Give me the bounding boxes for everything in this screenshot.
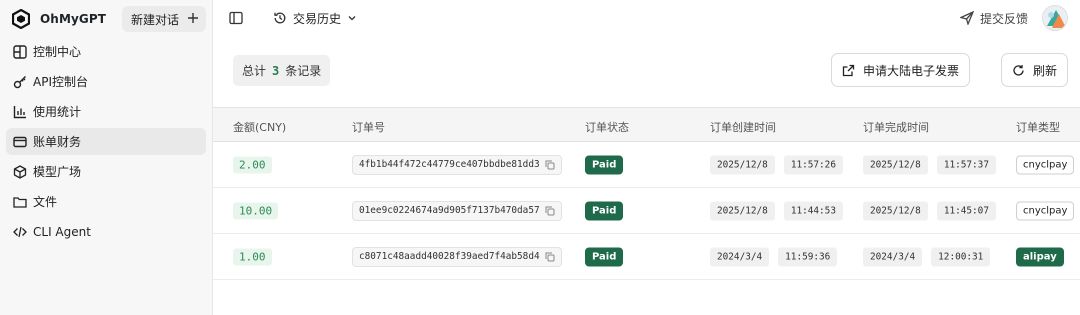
brand-name: OhMyGPT bbox=[40, 12, 107, 26]
sidebar-item-label: 账单财务 bbox=[33, 135, 82, 149]
status-badge: Paid bbox=[585, 201, 624, 220]
sidebar-item-label: API控制台 bbox=[33, 75, 88, 89]
chevron-down-icon bbox=[348, 16, 356, 21]
credit-card-icon bbox=[13, 136, 27, 147]
sidebar-toggle-icon[interactable] bbox=[229, 11, 243, 25]
top-bar: 交易历史 提交反馈 bbox=[213, 0, 1080, 36]
sidebar-item-label: 文件 bbox=[33, 195, 58, 209]
created-time: 2025/12/8 11:57:26 bbox=[710, 155, 843, 174]
feedback-button[interactable]: 提交反馈 bbox=[959, 10, 1028, 27]
order-id-chip[interactable]: c8071c48aadd40028f39aed7f4ab58d4 bbox=[352, 246, 562, 267]
finished-time: 2024/3/4 12:00:31 bbox=[863, 247, 991, 266]
sidebar-item-model-plaza[interactable]: 模型广场 bbox=[6, 158, 206, 185]
brand-row: OhMyGPT 新建对话 bbox=[6, 0, 206, 38]
column-header-amount: 金额(CNY) bbox=[233, 121, 287, 134]
refresh-label: 刷新 bbox=[1032, 63, 1057, 78]
amount-badge: 10.00 bbox=[233, 202, 279, 219]
feedback-label: 提交反馈 bbox=[979, 11, 1028, 26]
order-id: c8071c48aadd40028f39aed7f4ab58d4 bbox=[359, 251, 540, 262]
request-invoice-button[interactable]: 申请大陆电子发票 bbox=[830, 53, 970, 87]
new-chat-label: 新建对话 bbox=[130, 12, 179, 27]
column-header-status: 订单状态 bbox=[585, 121, 629, 134]
copy-icon[interactable] bbox=[545, 160, 555, 170]
order-id-chip[interactable]: 4fb1b44f472c44779ce407bbdbe81dd3 bbox=[352, 154, 562, 175]
sidebar-item-label: 使用统计 bbox=[33, 105, 82, 119]
folder-icon bbox=[13, 196, 27, 208]
avatar[interactable] bbox=[1042, 5, 1068, 31]
cube-icon bbox=[13, 164, 27, 179]
created-date: 2025/12/8 bbox=[710, 201, 775, 220]
finished-clock: 11:57:37 bbox=[936, 155, 996, 174]
new-chat-button[interactable]: 新建对话 bbox=[121, 6, 206, 32]
copy-icon[interactable] bbox=[545, 206, 555, 216]
finished-time: 2025/12/8 11:45:07 bbox=[863, 201, 996, 220]
finished-date: 2025/12/8 bbox=[863, 201, 928, 220]
total-count-badge: 总计 3 条记录 bbox=[233, 55, 331, 86]
refresh-icon bbox=[1013, 64, 1024, 76]
transactions-table: 金额(CNY) 订单号 订单状态 订单创建时间 订单完成时间 订单类型 2.00… bbox=[213, 107, 1080, 280]
sidebar-item-api-console[interactable]: API控制台 bbox=[6, 68, 206, 95]
order-id: 01ee9c0224674a9d905f7137b470da57 bbox=[359, 205, 540, 216]
sidebar-item-cli-agent[interactable]: CLI Agent bbox=[6, 218, 206, 245]
code-icon bbox=[13, 226, 27, 237]
dashboard-icon bbox=[13, 44, 27, 59]
finished-time: 2025/12/8 11:57:37 bbox=[863, 155, 996, 174]
column-header-order-id: 订单号 bbox=[352, 121, 385, 134]
table-row: 1.00 c8071c48aadd40028f39aed7f4ab58d4 Pa… bbox=[213, 234, 1080, 280]
created-time: 2025/12/8 11:44:53 bbox=[710, 201, 843, 220]
send-icon bbox=[959, 11, 974, 25]
sidebar-item-usage-stats[interactable]: 使用统计 bbox=[6, 98, 206, 125]
total-suffix: 条记录 bbox=[285, 64, 322, 78]
external-link-icon bbox=[842, 64, 855, 76]
order-type-badge: alipay bbox=[1016, 247, 1064, 266]
table-row: 2.00 4fb1b44f472c44779ce407bbdbe81dd3 Pa… bbox=[213, 142, 1080, 188]
total-count: 3 bbox=[272, 63, 280, 78]
ohmygpt-logo-icon[interactable] bbox=[11, 9, 31, 29]
created-clock: 11:59:36 bbox=[778, 247, 838, 266]
toolbar: 总计 3 条记录 申请大陆电子发票 刷新 bbox=[233, 53, 1068, 87]
status-badge: Paid bbox=[585, 247, 624, 266]
column-header-type: 订单类型 bbox=[1016, 121, 1060, 134]
history-dropdown[interactable]: 交易历史 bbox=[273, 10, 357, 27]
copy-icon[interactable] bbox=[545, 252, 555, 262]
created-clock: 11:57:26 bbox=[783, 155, 843, 174]
refresh-button[interactable]: 刷新 bbox=[1000, 53, 1068, 87]
amount-badge: 1.00 bbox=[233, 248, 272, 265]
history-label: 交易历史 bbox=[293, 11, 342, 26]
sidebar-item-label: 控制中心 bbox=[33, 45, 82, 59]
amount-badge: 2.00 bbox=[233, 156, 272, 173]
created-time: 2024/3/4 11:59:36 bbox=[710, 247, 838, 266]
column-header-created-time: 订单创建时间 bbox=[710, 121, 776, 134]
key-icon bbox=[13, 75, 26, 88]
created-date: 2025/12/8 bbox=[710, 155, 775, 174]
sidebar: OhMyGPT 新建对话 控制中心 API控制台 使用统计 账单财务 模型广场 … bbox=[0, 0, 213, 315]
column-header-finished-time: 订单完成时间 bbox=[863, 121, 929, 134]
sidebar-item-files[interactable]: 文件 bbox=[6, 188, 206, 215]
created-date: 2024/3/4 bbox=[710, 247, 770, 266]
table-header: 金额(CNY) 订单号 订单状态 订单创建时间 订单完成时间 订单类型 bbox=[213, 107, 1080, 142]
sidebar-nav: 控制中心 API控制台 使用统计 账单财务 模型广场 文件 CLI Agent bbox=[6, 38, 206, 245]
sidebar-item-label: CLI Agent bbox=[33, 224, 91, 239]
main-content: 交易历史 提交反馈 总计 3 条记录 申请大陆电子发票 刷新 金额(CNY) 订… bbox=[213, 0, 1080, 315]
total-prefix: 总计 bbox=[242, 64, 267, 78]
order-type-badge: cnyclpay bbox=[1016, 155, 1075, 174]
order-id: 4fb1b44f472c44779ce407bbdbe81dd3 bbox=[359, 159, 540, 170]
finished-date: 2025/12/8 bbox=[863, 155, 928, 174]
bar-chart-icon bbox=[13, 105, 26, 118]
order-id-chip[interactable]: 01ee9c0224674a9d905f7137b470da57 bbox=[352, 200, 562, 221]
sidebar-item-dashboard[interactable]: 控制中心 bbox=[6, 38, 206, 65]
sidebar-item-billing[interactable]: 账单财务 bbox=[6, 128, 206, 155]
history-icon bbox=[274, 12, 286, 24]
finished-date: 2024/3/4 bbox=[863, 247, 923, 266]
finished-clock: 12:00:31 bbox=[931, 247, 991, 266]
status-badge: Paid bbox=[585, 155, 624, 174]
sidebar-item-label: 模型广场 bbox=[33, 165, 82, 179]
plus-icon bbox=[187, 12, 199, 27]
order-type-badge: cnyclpay bbox=[1016, 201, 1075, 220]
table-row: 10.00 01ee9c0224674a9d905f7137b470da57 P… bbox=[213, 188, 1080, 234]
created-clock: 11:44:53 bbox=[783, 201, 843, 220]
request-invoice-label: 申请大陆电子发票 bbox=[862, 63, 959, 78]
finished-clock: 11:45:07 bbox=[936, 201, 996, 220]
